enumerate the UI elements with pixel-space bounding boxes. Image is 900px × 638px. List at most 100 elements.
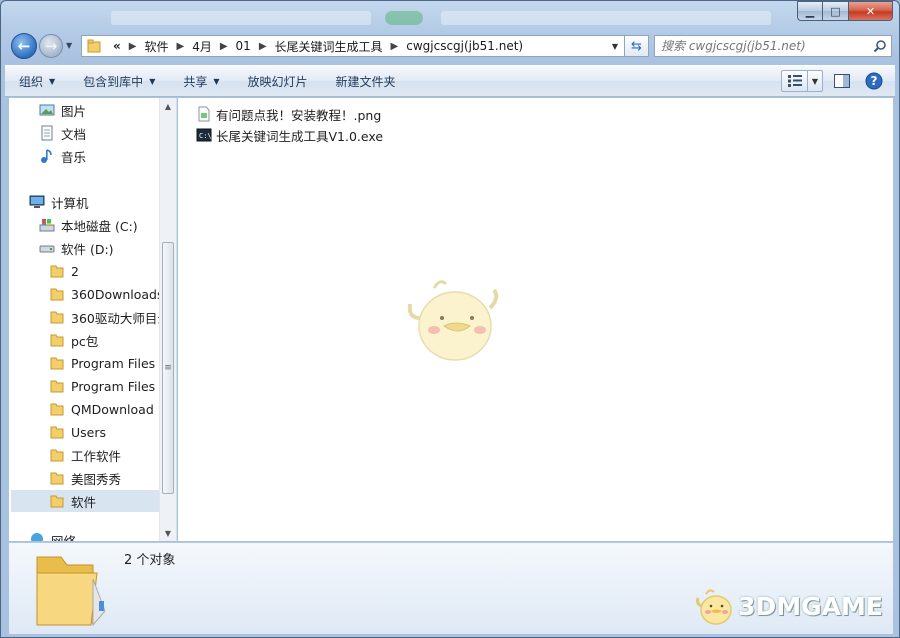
breadcrumb-overflow[interactable]: « <box>113 39 121 53</box>
dropdown-arrow-icon: ▼ <box>149 76 156 86</box>
file-list[interactable]: 有问题点我！安装教程！.png C:\ 长尾关键词生成工具V1.0.exe <box>178 98 893 541</box>
sidebar-item-music[interactable]: 音乐 <box>39 145 176 167</box>
grip-icon: ≡ <box>164 363 172 373</box>
sidebar-item-folder[interactable]: 美图秀秀 <box>49 467 176 489</box>
folder-icon <box>49 424 65 440</box>
breadcrumb-item[interactable]: 4月 <box>192 38 212 55</box>
slideshow-label: 放映幻灯片 <box>247 74 308 89</box>
new-folder-button[interactable]: 新建文件夹 <box>322 69 410 93</box>
sidebar-item-label: 音乐 <box>61 149 87 165</box>
file-item[interactable]: C:\ 长尾关键词生成工具V1.0.exe <box>196 125 383 145</box>
sidebar-item-label: 网络 <box>51 531 76 541</box>
site-watermark: 3DMGAME <box>694 584 883 628</box>
breadcrumb-item[interactable]: 01 <box>236 39 251 53</box>
system-drive-icon <box>39 217 55 233</box>
chevron-right-icon[interactable]: ▶ <box>220 41 228 52</box>
sidebar-item-drive-d[interactable]: 软件 (D:) <box>39 237 176 259</box>
sidebar-item-label: 软件 <box>71 494 97 510</box>
sidebar-item-pictures[interactable]: 图片 <box>39 99 176 121</box>
sidebar-item-label: 工作软件 <box>71 448 122 464</box>
mascot-watermark-image <box>407 280 499 361</box>
folder-icon <box>49 355 65 371</box>
mascot-logo-icon <box>696 589 732 625</box>
close-icon: ✕ <box>865 4 876 18</box>
network-icon <box>29 531 45 541</box>
sidebar-item-documents[interactable]: 文档 <box>39 122 176 144</box>
sidebar-item-computer[interactable]: 计算机 <box>29 191 176 213</box>
search-box[interactable] <box>654 35 892 57</box>
search-input[interactable] <box>655 39 869 53</box>
scroll-up-icon[interactable]: ▲ <box>160 98 176 114</box>
navigation-bar: ← → ▼ « ▶ 软件 ▶ 4月 ▶ 01 ▶ 长尾关键词生成工具 ▶ cwg… <box>9 31 892 61</box>
folder-icon <box>87 39 109 53</box>
recent-pages-dropdown[interactable]: ▼ <box>66 41 72 50</box>
view-grid-icon <box>782 71 808 91</box>
organize-label: 组织 <box>19 74 44 89</box>
change-view-button[interactable]: ▼ <box>781 70 823 92</box>
arrow-right-icon: → <box>44 37 58 55</box>
maximize-button[interactable]: □ <box>823 1 849 21</box>
pictures-icon <box>39 102 55 118</box>
sidebar-scrollbar[interactable]: ▲ ≡ ▼ <box>159 98 176 541</box>
file-item[interactable]: 有问题点我！安装教程！.png <box>196 104 381 124</box>
address-dropdown[interactable]: ▼ <box>606 42 624 51</box>
preview-pane-button[interactable] <box>829 70 855 92</box>
minimize-button[interactable]: ▁ <box>797 1 823 21</box>
sidebar-item-network[interactable]: 网络 <box>29 531 176 541</box>
chevron-right-icon[interactable]: ▶ <box>391 41 399 52</box>
dropdown-arrow-icon: ▼ <box>213 76 220 86</box>
sidebar-item-folder[interactable]: 360驱动大师目录 <box>49 306 176 328</box>
share-menu[interactable]: 共享 ▼ <box>169 69 233 93</box>
sidebar-item-folder[interactable]: 2 <box>49 260 176 282</box>
sidebar-item-folder[interactable]: Users <box>49 421 176 443</box>
music-icon <box>39 148 55 164</box>
scroll-down-icon[interactable]: ▼ <box>160 525 176 541</box>
sidebar-item-folder[interactable]: 360Downloads <box>49 283 176 305</box>
chevron-right-icon[interactable]: ▶ <box>259 41 267 52</box>
sidebar-item-label: 2 <box>71 263 79 279</box>
help-icon: ? <box>865 72 883 90</box>
details-pane: 2 个对象 3DMGAME <box>9 542 893 634</box>
breadcrumb-item[interactable]: 长尾关键词生成工具 <box>275 38 383 55</box>
include-in-library-menu[interactable]: 包含到库中 ▼ <box>69 69 169 93</box>
refresh-icon: ⇆ <box>631 38 642 54</box>
help-button[interactable]: ? <box>861 70 887 92</box>
back-button[interactable]: ← <box>11 33 37 59</box>
watermark-text: 3DMGAME <box>738 591 883 621</box>
folder-icon <box>49 286 65 302</box>
refresh-button[interactable]: ⇆ <box>625 35 649 57</box>
folder-icon <box>49 470 65 486</box>
maximize-icon: □ <box>830 4 841 18</box>
breadcrumb-item[interactable]: cwgjcscgj(jb51.net) <box>406 39 523 53</box>
breadcrumb-item[interactable]: 软件 <box>144 38 168 55</box>
sidebar-item-folder[interactable]: 工作软件 <box>49 444 176 466</box>
share-label: 共享 <box>183 74 208 89</box>
sidebar-item-folder[interactable]: pc包 <box>49 329 176 351</box>
drive-icon <box>39 240 55 256</box>
include-in-library-label: 包含到库中 <box>83 74 144 89</box>
scrollbar-thumb[interactable]: ≡ <box>162 242 174 494</box>
item-count: 2 个对象 <box>124 553 176 568</box>
sidebar-item-label: 文档 <box>61 126 87 142</box>
large-folder-icon <box>36 556 106 627</box>
caption-buttons: ▁ □ ✕ <box>797 1 893 21</box>
sidebar-item-label: 360驱动大师目录 <box>71 310 170 326</box>
folder-icon <box>49 332 65 348</box>
sidebar-item-label: Program Files <box>71 355 156 371</box>
chevron-right-icon[interactable]: ▶ <box>176 41 184 52</box>
sidebar-item-folder[interactable]: QMDownload <box>49 398 176 420</box>
search-icon[interactable] <box>869 39 891 53</box>
close-button[interactable]: ✕ <box>849 1 893 21</box>
organize-menu[interactable]: 组织 ▼ <box>5 69 69 93</box>
titlebar-blur-green <box>385 11 423 25</box>
sidebar-item-label: 360Downloads <box>71 286 164 302</box>
sidebar-item-folder[interactable]: Program Files <box>49 352 176 374</box>
sidebar-item-folder-selected[interactable]: 软件 <box>11 490 159 512</box>
view-dropdown-icon[interactable]: ▼ <box>808 77 822 86</box>
sidebar-item-folder[interactable]: Program Files (x86) <box>49 375 176 397</box>
sidebar-item-drive-c[interactable]: 本地磁盘 (C:) <box>39 214 176 236</box>
address-bar[interactable]: « ▶ 软件 ▶ 4月 ▶ 01 ▶ 长尾关键词生成工具 ▶ cwgjcscgj… <box>81 35 625 57</box>
forward-button[interactable]: → <box>39 34 63 58</box>
navigation-pane: 图片 文档 音乐 计算机 本地磁盘 (C:) 软件 (D:) 2 360Down… <box>9 98 177 541</box>
slideshow-button[interactable]: 放映幻灯片 <box>234 69 322 93</box>
